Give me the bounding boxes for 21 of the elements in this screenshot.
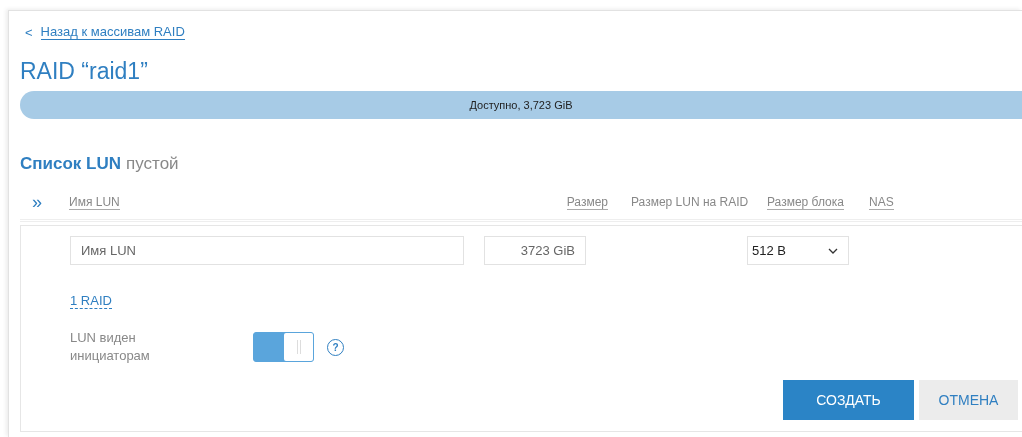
list-status: пустой	[126, 153, 179, 175]
visibility-toggle[interactable]	[253, 332, 314, 362]
column-header[interactable]: Имя LUN	[69, 194, 120, 210]
visibility-label: LUN виден инициаторам	[70, 329, 151, 365]
column-header[interactable]: Размер	[566, 194, 608, 210]
expand-icon[interactable]: »	[32, 191, 42, 212]
create-button[interactable]: СОЗДАТЬ	[783, 380, 914, 420]
page-title: RAID “raid1”	[20, 57, 149, 85]
section-heading: Список LUN	[20, 153, 121, 175]
cancel-button[interactable]: ОТМЕНА	[919, 380, 1018, 420]
size-field[interactable]: 3723 GiB	[484, 236, 586, 265]
back-chevron-icon[interactable]: <	[25, 24, 33, 40]
column-header[interactable]: NAS	[869, 194, 894, 210]
block-size-select[interactable]: 512 B	[747, 236, 849, 265]
name-field[interactable]: Имя LUN	[70, 236, 464, 265]
back-link[interactable]: Назад к массивам RAID	[40, 24, 185, 40]
chevron-down-icon	[828, 247, 838, 254]
column-header: Размер LUN на RAID	[631, 195, 749, 209]
capacity-bar: Доступно, 3,723 GiB	[20, 91, 1022, 119]
column-header[interactable]: Размер блока	[767, 194, 844, 210]
raid-link[interactable]: 1 RAID	[70, 293, 112, 309]
